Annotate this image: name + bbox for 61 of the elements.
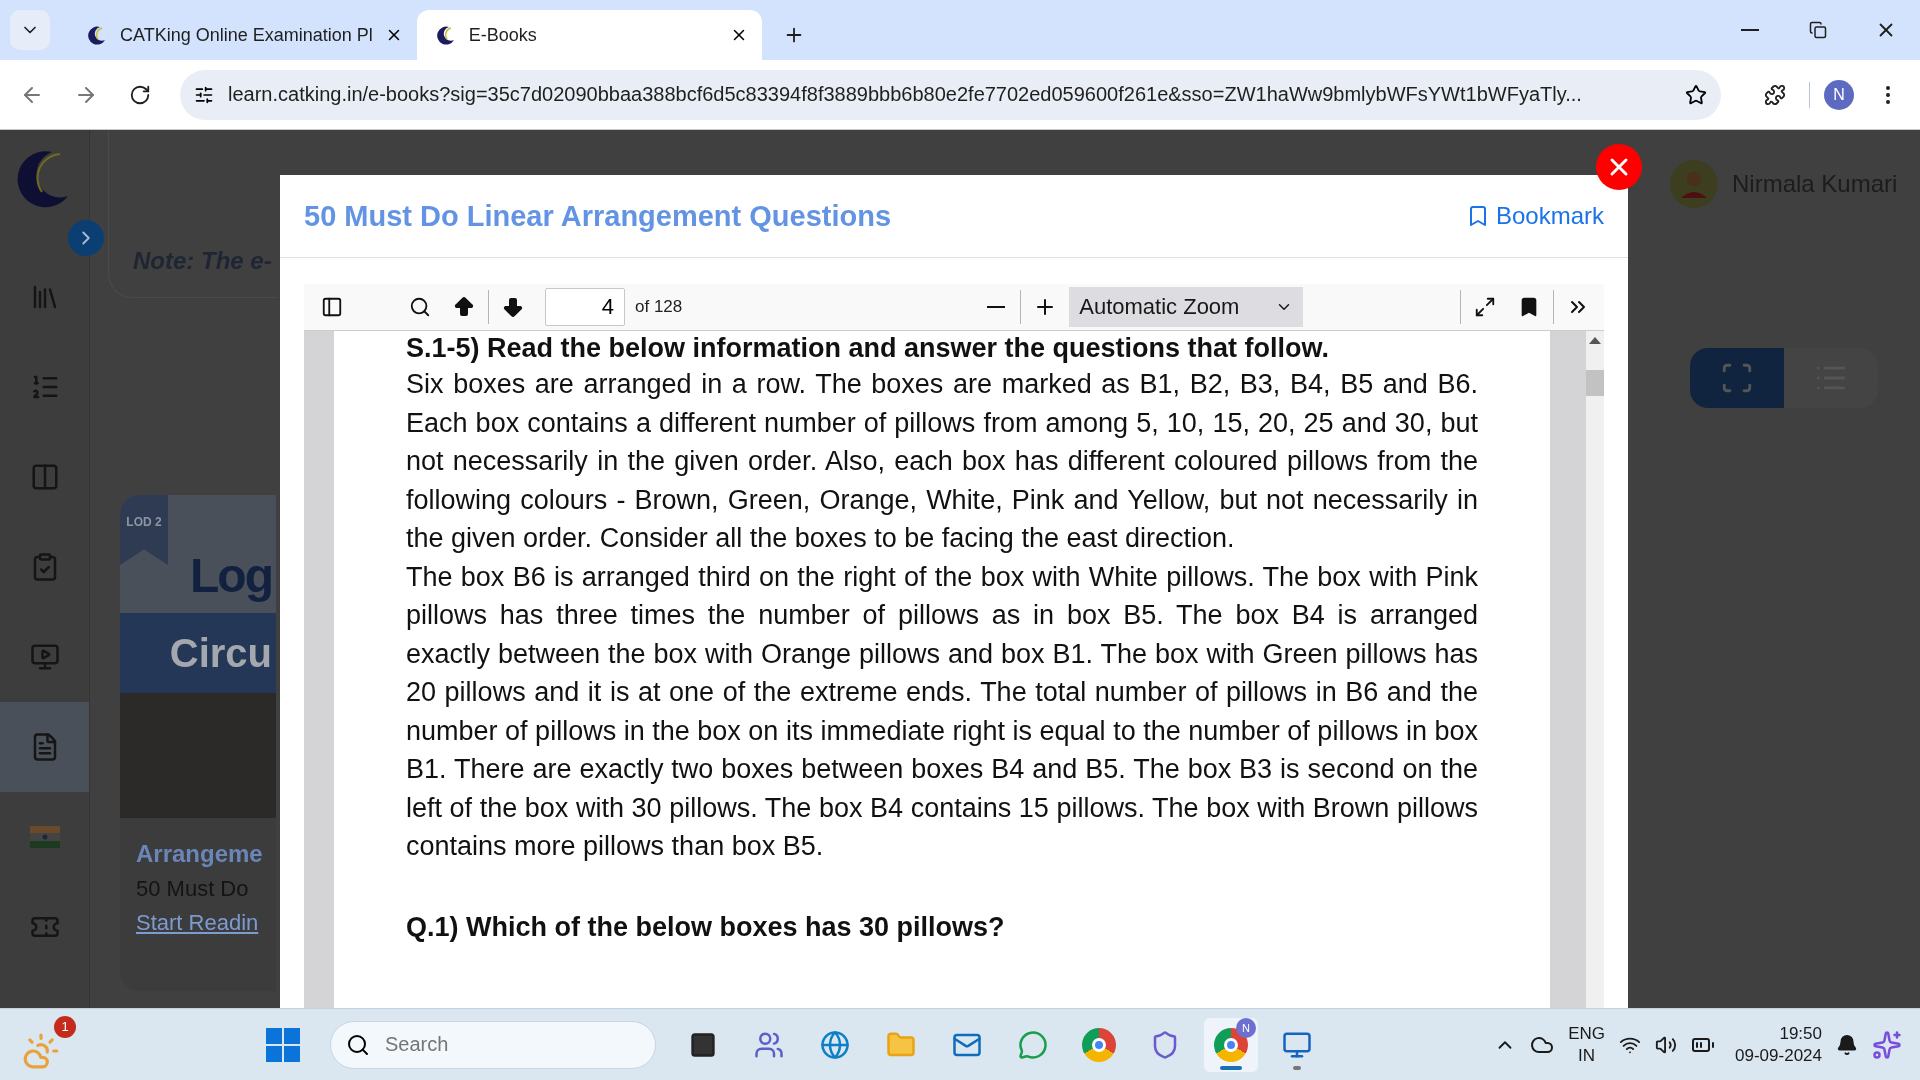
browser-tab[interactable]: CATKing Online Examination Pl: [68, 10, 417, 60]
zoom-select[interactable]: Automatic Zoom: [1069, 287, 1304, 327]
reload-icon: [129, 83, 151, 106]
flag-icon: [29, 826, 60, 848]
weather-icon: [22, 1031, 60, 1070]
dialog-title: 50 Must Do Linear Arrangement Questions: [304, 199, 892, 233]
profile-badge: N: [1236, 1017, 1256, 1038]
browser-icon: [1082, 1027, 1116, 1062]
address-bar[interactable]: learn.catking.in/e-books?sig=35c7d02090bbaa388bcf6d5c83394f8f3889bbb6b80e2fe7702ed059600f261e&sso=ZW1haWw9bmlybWFsYWt1bWFyaTly...: [180, 69, 1721, 120]
monitor-icon: [29, 642, 60, 672]
crescent-logo-icon: [86, 24, 108, 46]
app-button[interactable]: N: [1204, 1017, 1258, 1072]
sparkle-icon[interactable]: [1872, 1029, 1902, 1060]
card-category: Arrangeme: [136, 840, 264, 868]
url-text: learn.catking.in/e-books?sig=35c7d02090bbaa388bcf6d5c83394f8f3889bbb6b80e2fe7702ed059600f261e&sso=ZW1haWw9bmlybWFsYWt1bWFyaTly...: [228, 83, 1583, 106]
crescent-logo-icon: [434, 24, 457, 46]
taskbar-search-field[interactable]: Search: [330, 1020, 656, 1069]
frame-icon: [1720, 361, 1754, 395]
window-icon: [689, 1030, 717, 1059]
page-count: of 128: [635, 297, 683, 317]
browser-tab[interactable]: E-Books: [416, 10, 762, 60]
expand-sidebar-button[interactable]: [68, 220, 104, 256]
level-ribbon: LOD 2: [120, 495, 168, 565]
page-number-field[interactable]: 4: [545, 288, 625, 326]
language-indicator[interactable]: ENG IN: [1568, 1022, 1606, 1067]
tab-title: E-Books: [468, 24, 538, 46]
globe-icon: [820, 1029, 850, 1060]
menu-icon: [1886, 85, 1890, 104]
search-icon: [346, 1032, 370, 1057]
expand-icon: [1474, 296, 1496, 318]
notification-badge: 1: [54, 1015, 76, 1038]
windows-logo-icon: [266, 1027, 300, 1062]
minimize-icon: [1741, 29, 1759, 31]
minus-icon: [987, 306, 1006, 308]
profile-avatar[interactable]: N: [1824, 79, 1854, 110]
cover-title: Log: [190, 548, 272, 603]
scroll-thumb[interactable]: [1586, 370, 1604, 396]
tab-title: CATKing Online Examination Pl: [120, 24, 373, 46]
scroll-up-icon[interactable]: [1589, 337, 1601, 344]
notification-bell-icon[interactable]: [1836, 1033, 1858, 1056]
chat-bubble-icon: [1018, 1029, 1048, 1060]
arrow-down-icon: [501, 295, 525, 319]
arrow-up-icon: [452, 295, 476, 319]
bookmark-link[interactable]: Bookmark: [1465, 202, 1604, 230]
puzzle-icon: [1764, 83, 1786, 106]
question-text: Q.1) Which of the below boxes has 30 pillows?: [406, 910, 1006, 944]
sidebar-icon: [321, 296, 343, 318]
restore-icon: [1809, 21, 1827, 39]
passage-paragraph: Six boxes are arranged in a row. The boxes are marked as B1, B2, B3, B4, B5 and B6. Each box contains a different number of pillows from among 5, 10, 15, 20, 25 and 30, but not necessarily in the given order. Also, each box has different coloured pillows from the following colours - Brown, Green, Orange, White, Pink and Yellow, but not necessarily in the given order. Consider all the boxes to be facing the east direction.: [406, 368, 1478, 555]
passage-heading: S.1-5) Read the below information and answer the questions that follow.: [406, 332, 1331, 365]
site-settings-icon[interactable]: [194, 84, 214, 105]
scrollbar[interactable]: [1586, 331, 1604, 1008]
start-reading-link[interactable]: Start Readin: [136, 910, 276, 936]
close-button[interactable]: [1596, 144, 1642, 190]
weather-widget[interactable]: 1: [18, 1015, 76, 1074]
cover-subtitle: Circu: [169, 630, 272, 676]
star-icon[interactable]: [1685, 83, 1707, 106]
sidebar-item[interactable]: [0, 702, 89, 792]
search-icon: [409, 296, 431, 318]
clock[interactable]: 19:50 09-09-2024: [1735, 1022, 1822, 1067]
passage-paragraph: The box B6 is arranged third on the right of the box with White pillows. The box with Pink pillows has three times the number of pillows as in box B5. The box B4 is arranged exactly between the box with Orange pillows and box B1. The box with Green pillows has 20 pillows and it is at one of the extreme ends. The total number of pillows in B6 and the number of pillows in the box on its immediate right is equal to the number of pillows in box B1. There are exactly two boxes between boxes B4 and B5. The box B3 is second on the left of the box with 30 pillows. The box B4 contains 15 pillows. The box with Brown pillows contains more pillows than box B5.: [406, 560, 1478, 863]
